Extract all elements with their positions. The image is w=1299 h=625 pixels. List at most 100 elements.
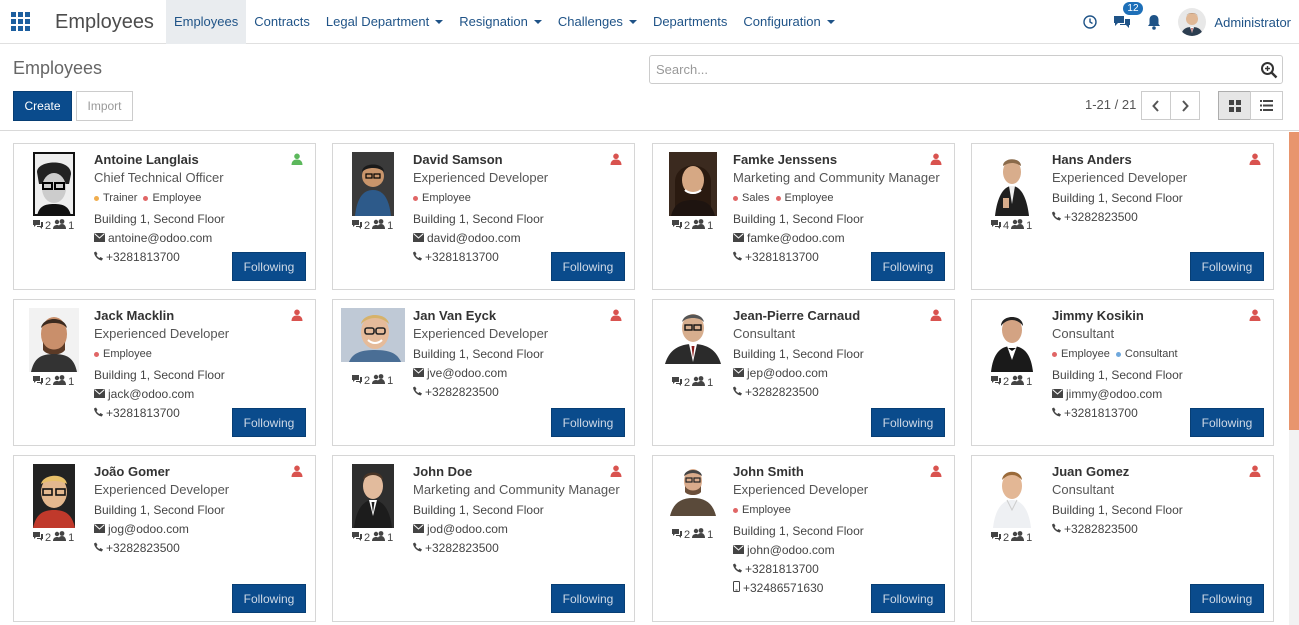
employee-phone[interactable]: +3282823500 (413, 385, 499, 399)
envelope-icon (413, 231, 427, 245)
pager-previous-button[interactable] (1141, 91, 1171, 120)
employee-card[interactable]: David Samson Experienced Developer Employe… (332, 143, 635, 290)
employee-email[interactable]: jep@odoo.com (733, 366, 828, 380)
employee-card[interactable]: Famke Jenssens Marketing and Community Ma… (652, 143, 955, 290)
following-button[interactable]: Following (232, 584, 306, 613)
user-menu[interactable]: Administrator (1206, 15, 1299, 30)
employee-photo (352, 152, 394, 216)
mobile-text: +32486571630 (743, 581, 824, 595)
create-button[interactable]: Create (13, 91, 72, 121)
pager-next-button[interactable] (1170, 91, 1200, 120)
scrollbar[interactable] (1289, 132, 1299, 625)
employee-phone[interactable]: +3281813700 (94, 250, 180, 264)
employee-location: Building 1, Second Floor (94, 503, 225, 517)
employee-phone[interactable]: +3282823500 (1052, 210, 1138, 224)
followers-icon (372, 531, 387, 544)
message-count: 2 (1003, 375, 1010, 388)
email-text: jack@odoo.com (108, 387, 195, 401)
employee-card[interactable]: Jimmy Kosikin Consultant Employee Consultan… (971, 299, 1274, 446)
employee-card[interactable]: João Gomer Experienced Developer Building … (13, 455, 316, 622)
employee-name: Antoine Langlais (94, 152, 199, 167)
message-count: 2 (45, 219, 52, 232)
scrollbar-thumb[interactable] (1289, 132, 1299, 430)
menu-item-employees[interactable]: Employees (165, 0, 247, 44)
apps-menu-icon[interactable] (0, 0, 40, 44)
employee-phone[interactable]: +3282823500 (94, 541, 180, 555)
following-button[interactable]: Following (871, 584, 945, 613)
employee-card[interactable]: Jack Macklin Experienced Developer Employe… (13, 299, 316, 446)
employee-job-title: Experienced Developer (413, 170, 549, 185)
employee-card[interactable]: Jean-Pierre Carnaud Consultant Building 1,… (652, 299, 955, 446)
menu-item-challenges[interactable]: Challenges (550, 0, 645, 44)
menu-item-resignation[interactable]: Resignation (451, 0, 550, 44)
envelope-icon (94, 387, 108, 401)
following-button[interactable]: Following (551, 584, 625, 613)
followers-icon (692, 528, 707, 541)
following-button[interactable]: Following (551, 408, 625, 437)
followers-icon (372, 219, 387, 232)
kanban-view-button[interactable] (1218, 91, 1251, 120)
search-input[interactable] (650, 56, 1250, 83)
following-button[interactable]: Following (871, 408, 945, 437)
menu-item-legal-department[interactable]: Legal Department (318, 0, 451, 44)
employee-phone[interactable]: +3281813700 (1052, 406, 1138, 420)
following-button[interactable]: Following (1190, 252, 1264, 281)
employee-name: David Samson (413, 152, 503, 167)
comments-icon (351, 531, 364, 544)
employee-card[interactable]: John Doe Marketing and Community Manager B… (332, 455, 635, 622)
following-button[interactable]: Following (551, 252, 625, 281)
following-button[interactable]: Following (232, 408, 306, 437)
employee-card[interactable]: Jan Van Eyck Experienced Developer Buildin… (332, 299, 635, 446)
employee-phone[interactable]: +3281813700 (413, 250, 499, 264)
follower-count: 1 (707, 376, 714, 389)
employee-card[interactable]: Hans Anders Experienced Developer Building… (971, 143, 1274, 290)
phone-icon (733, 562, 745, 576)
followers-icon (692, 219, 707, 232)
menu-item-departments[interactable]: Departments (645, 0, 735, 44)
email-text: david@odoo.com (427, 231, 521, 245)
menu-item-configuration[interactable]: Configuration (735, 0, 842, 44)
follower-count: 1 (1026, 375, 1033, 388)
employee-phone[interactable]: +3281813700 (733, 250, 819, 264)
menu-item-contracts[interactable]: Contracts (246, 0, 318, 44)
following-button[interactable]: Following (1190, 584, 1264, 613)
message-count: 2 (45, 375, 52, 388)
phone-text: +3281813700 (745, 250, 819, 264)
search-icon[interactable] (1260, 61, 1278, 79)
following-button[interactable]: Following (1190, 408, 1264, 437)
employee-email[interactable]: jve@odoo.com (413, 366, 507, 380)
employee-email[interactable]: antoine@odoo.com (94, 231, 212, 245)
following-button[interactable]: Following (232, 252, 306, 281)
employee-mobile[interactable]: +32486571630 (733, 581, 823, 595)
following-button[interactable]: Following (871, 252, 945, 281)
employee-phone[interactable]: +3282823500 (733, 385, 819, 399)
activity-clock-icon[interactable] (1074, 0, 1106, 44)
employee-phone[interactable]: +3281813700 (94, 406, 180, 420)
notification-bell-icon[interactable] (1138, 0, 1170, 44)
user-avatar[interactable] (1178, 8, 1207, 36)
pager-value[interactable]: 1-21 / 21 (1085, 97, 1136, 112)
top-navbar: Employees Employees Contracts Legal Depart… (0, 0, 1299, 44)
employee-card[interactable]: John Smith Experienced Developer Employee B… (652, 455, 955, 622)
comments-icon (990, 531, 1003, 544)
phone-text: +3281813700 (745, 562, 819, 576)
employee-email[interactable]: john@odoo.com (733, 543, 835, 557)
message-count: 2 (364, 531, 371, 544)
list-view-button[interactable] (1250, 91, 1283, 120)
employee-phone[interactable]: +3282823500 (1052, 522, 1138, 536)
employee-card[interactable]: Antoine Langlais Chief Technical Officer T… (13, 143, 316, 290)
employee-email[interactable]: jimmy@odoo.com (1052, 387, 1162, 401)
employee-phone[interactable]: +3282823500 (413, 541, 499, 555)
messaging-icon[interactable]: 12 (1106, 0, 1143, 44)
employee-email[interactable]: david@odoo.com (413, 231, 521, 245)
import-button[interactable]: Import (76, 91, 133, 121)
employee-email[interactable]: jack@odoo.com (94, 387, 194, 401)
employee-email[interactable]: jod@odoo.com (413, 522, 508, 536)
caret-down-icon (533, 19, 542, 24)
employee-job-title: Experienced Developer (1052, 170, 1188, 185)
employee-phone[interactable]: +3281813700 (733, 562, 819, 576)
employee-card[interactable]: Juan Gomez Consultant Building 1, Second F… (971, 455, 1274, 622)
employee-email[interactable]: famke@odoo.com (733, 231, 845, 245)
follower-count: 1 (1026, 531, 1033, 544)
employee-email[interactable]: jog@odoo.com (94, 522, 189, 536)
